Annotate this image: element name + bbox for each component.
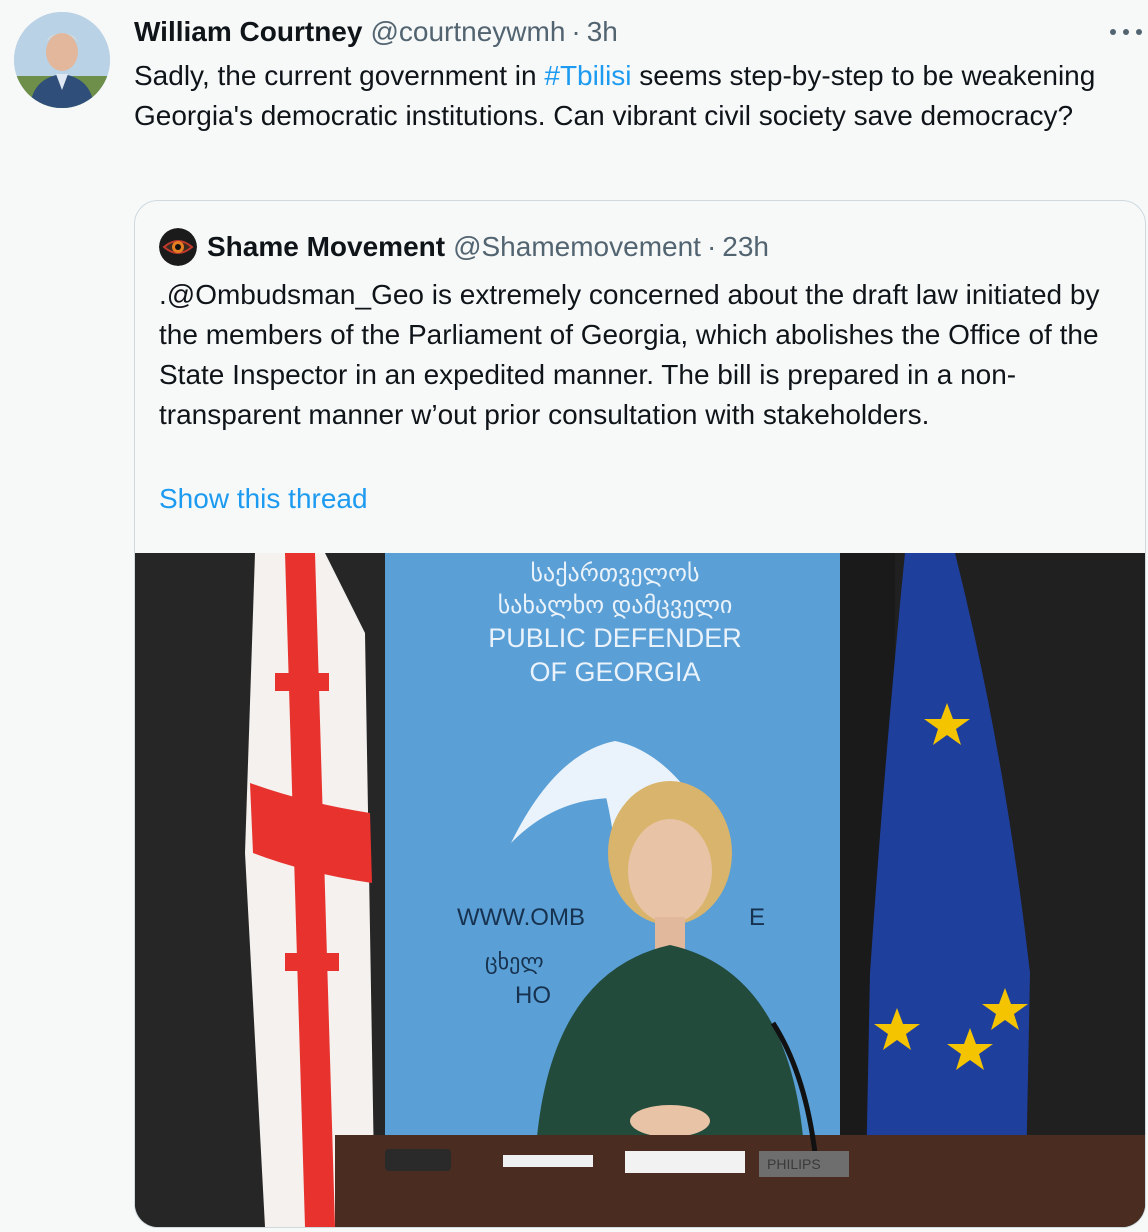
author-avatar[interactable] xyxy=(14,12,110,108)
separator-dot: · xyxy=(706,231,717,262)
desk xyxy=(335,1135,1145,1227)
banner-url-end: E xyxy=(749,904,765,931)
show-thread-link[interactable]: Show this thread xyxy=(159,483,368,515)
quoted-tweet[interactable]: Shame Movement @Shamemovement · 23h .@Om… xyxy=(134,200,1146,1228)
microphone-brand: PHILIPS xyxy=(767,1156,821,1172)
author-name[interactable]: William Courtney xyxy=(134,16,362,48)
quoted-timestamp[interactable]: 23h xyxy=(722,231,769,263)
tweet-text: Sadly, the current government in #Tbilis… xyxy=(134,56,1144,136)
eye-logo-icon xyxy=(159,228,197,266)
tweet-photo[interactable]: საქართველოს სახალხო დამცველი PUBLIC DEFE… xyxy=(135,553,1145,1227)
author-handle[interactable]: @courtneywmh xyxy=(370,16,565,48)
quoted-author-avatar[interactable] xyxy=(159,228,197,266)
paper xyxy=(503,1155,593,1167)
banner-title-line2: OF GEORGIA xyxy=(529,657,700,687)
user-avatar-icon xyxy=(14,12,110,108)
more-dots-icon[interactable] xyxy=(1110,22,1142,42)
banner-georgian-line2: სახალხო დამცველი xyxy=(498,591,733,619)
quoted-tweet-text: .@Ombudsman_Geo is extremely concerned a… xyxy=(159,279,1100,430)
paper-sheet xyxy=(625,1151,745,1173)
tweet-timestamp[interactable]: 3h xyxy=(587,16,618,48)
quoted-author-name[interactable]: Shame Movement xyxy=(207,231,445,263)
banner-title-line1: PUBLIC DEFENDER xyxy=(488,623,742,653)
hashtag-link[interactable]: #Tbilisi xyxy=(544,60,631,91)
georgian-flag xyxy=(245,553,375,1227)
banner-url: WWW.OMB xyxy=(457,904,585,931)
phone xyxy=(385,1149,451,1171)
banner-hotline: HO xyxy=(515,982,551,1009)
separator-dot: · xyxy=(571,16,581,47)
tweet-text-before: Sadly, the current government in xyxy=(134,60,545,91)
quoted-author-handle[interactable]: @Shamemovement xyxy=(453,231,701,263)
tweet-header: William Courtney @courtneywmh · 3h xyxy=(134,14,618,50)
banner-georgian-line1: საქართველოს xyxy=(531,559,700,587)
quoted-tweet-header: Shame Movement @Shamemovement · 23h xyxy=(159,228,769,266)
banner-hotline-georgian: ცხელ xyxy=(485,950,544,975)
tweet[interactable]: William Courtney @courtneywmh · 3h Sadly… xyxy=(0,0,1148,1232)
